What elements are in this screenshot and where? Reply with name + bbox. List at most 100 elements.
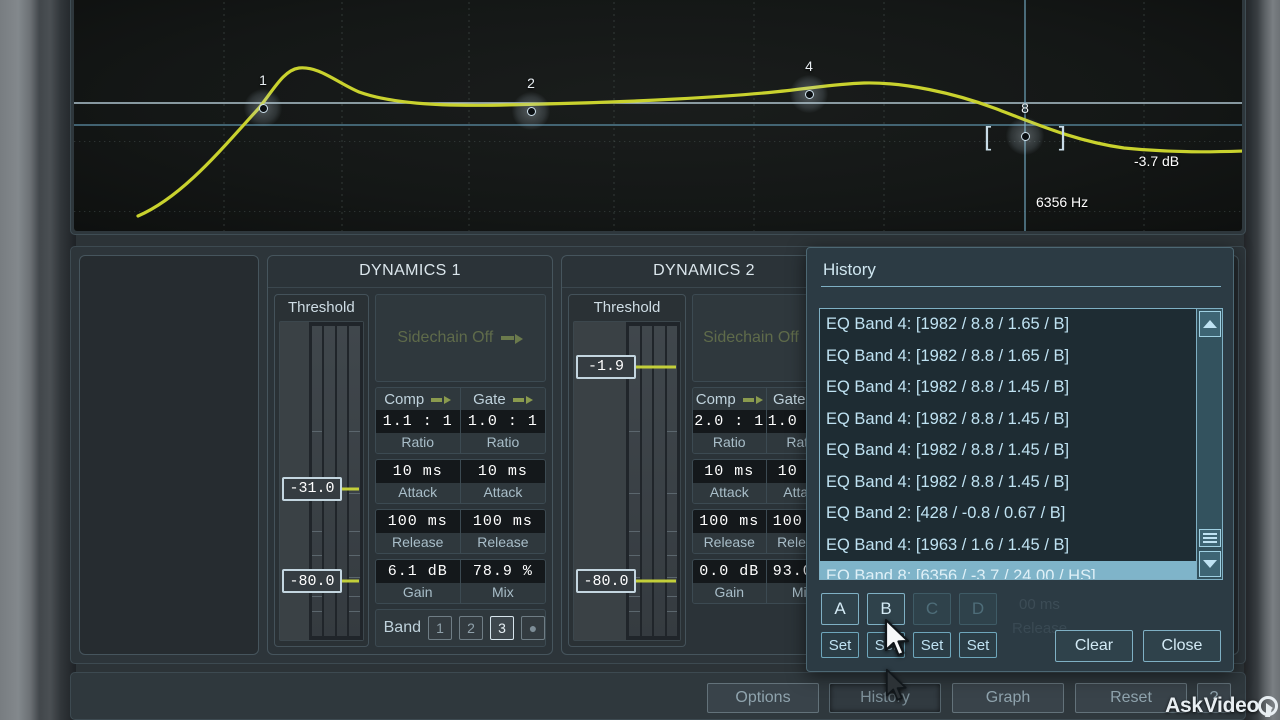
threshold-value-gate[interactable]: -80.0 [576,569,636,594]
history-list[interactable]: EQ Band 4: [1982 / 8.8 / 1.65 / B] EQ Ba… [819,308,1223,580]
dialog-action-row: Clear Close [1055,630,1221,662]
threshold-slider-area[interactable]: -1.9 -80.0 [573,321,681,641]
set-button-c[interactable]: Set [913,632,951,658]
dynamics-1-threshold-group: Threshold -31.0 -80.0 [274,294,369,647]
snapshot-slot-d[interactable]: D [959,593,997,625]
play-badge-icon [1258,696,1278,717]
comp-release-value[interactable]: 100 ms [375,510,460,533]
gate-release-caption: Release [460,533,545,553]
history-item-selected[interactable]: EQ Band 8: [6356 / -3.7 / 24.00 / HS] [820,561,1196,579]
comp-gate-ratio-row: Comp 1.1 : 1 Ratio Gate 1.0 : 1 Ratio [374,387,546,454]
meter-bar [666,326,677,636]
mouse-cursor-primary [884,618,910,657]
gate-enable-icon[interactable] [512,395,533,404]
mouse-cursor-secondary [885,668,907,701]
threshold-indicator-line-gate [634,579,676,583]
clear-button[interactable]: Clear [1055,630,1133,662]
history-item[interactable]: EQ Band 4: [1982 / 8.8 / 1.45 / B] [820,467,1196,499]
snapshot-slot-a[interactable]: A [821,593,859,625]
eq-gain-readout: -3.7 dB [1134,153,1180,169]
window-frame-left [0,0,76,720]
watermark-text-ask: Ask [1165,694,1203,717]
band-button-2[interactable]: 2 [459,616,483,640]
gate-ratio-value[interactable]: 1.0 : 1 [460,410,545,433]
eq-node-4[interactable]: 4 [790,58,828,113]
panel-blank-left[interactable] [79,255,259,655]
history-item[interactable]: EQ Band 4: [1982 / 8.8 / 1.45 / B] [820,404,1196,436]
eq-graph-canvas[interactable]: 1 2 4 8 [ ] -3.7 dB 6356 Hz [74,0,1242,231]
eq-node-handle[interactable] [1020,131,1030,141]
plugin-window: 1 2 4 8 [ ] -3.7 dB 6356 Hz DYNAMICS 1 T… [0,0,1280,720]
set-button-d[interactable]: Set [959,632,997,658]
triangle-up-icon [1203,320,1217,328]
eq-node-handle[interactable] [804,89,814,99]
eq-node-8-selected[interactable]: 8 [ ] [984,100,1066,155]
snapshot-slot-c[interactable]: C [913,593,951,625]
q-bracket-left-icon[interactable]: [ [984,123,991,149]
q-bracket-right-icon[interactable]: ] [1059,123,1066,149]
scroll-thumb[interactable] [1199,529,1221,547]
close-button[interactable]: Close [1143,630,1221,662]
comp-enable-icon[interactable] [431,395,452,404]
set-button-a[interactable]: Set [821,632,859,658]
eq-graph-panel: 1 2 4 8 [ ] -3.7 dB 6356 Hz [70,0,1246,235]
history-item[interactable]: EQ Band 4: [1982 / 8.8 / 1.65 / B] [820,341,1196,373]
eq-node-1[interactable]: 1 [244,72,282,127]
comp-header[interactable]: Comp [693,388,766,410]
history-item[interactable]: EQ Band 4: [1982 / 8.8 / 1.65 / B] [820,309,1196,341]
eq-node-2[interactable]: 2 [512,75,550,130]
gate-attack-value[interactable]: 10 ms [460,460,545,483]
threshold-value-comp[interactable]: -31.0 [282,476,342,501]
band-button-1[interactable]: 1 [428,616,452,640]
ghost-ms-text: 00 ms [1019,596,1060,613]
comp-header[interactable]: Comp [375,388,460,410]
comp-ratio-value[interactable]: 1.1 : 1 [375,410,460,433]
history-item[interactable]: EQ Band 4: [1982 / 8.8 / 1.45 / B] [820,372,1196,404]
threshold-slider-area[interactable]: -31.0 -80.0 [279,321,364,641]
history-dialog: History EQ Band 4: [1982 / 8.8 / 1.65 / … [806,247,1234,672]
comp-release-caption: Release [375,533,460,553]
gain-value[interactable]: 6.1 dB [375,560,460,583]
eq-node-handle[interactable] [258,103,268,113]
comp-enable-icon[interactable] [742,395,763,404]
band-link-icon[interactable]: ● [521,616,545,640]
threshold-indicator-line-gate [340,579,359,583]
band-button-3[interactable]: 3 [490,616,514,640]
watermark-text-video: Video [1203,694,1260,717]
comp-attack-value[interactable]: 10 ms [375,460,460,483]
meter-bar [641,326,652,636]
title-underline [821,286,1221,287]
sidechain-toggle-1[interactable]: Sidechain Off [374,294,546,382]
history-item[interactable]: EQ Band 2: [428 / -0.8 / 0.67 / B] [820,498,1196,530]
scroll-up-button[interactable] [1199,311,1221,337]
panel-dynamics-1: DYNAMICS 1 Threshold -31.0 -80.0 Sidecha… [267,255,553,655]
scroll-down-button[interactable] [1199,551,1221,577]
comp-label: Comp [695,391,736,408]
comp-attack-value[interactable]: 10 ms [693,460,766,483]
history-scrollbar[interactable] [1196,309,1222,579]
eq-node-label: 4 [805,58,813,74]
mix-value[interactable]: 78.9 % [460,560,545,583]
comp-release-value[interactable]: 100 ms [693,510,766,533]
history-item[interactable]: EQ Band 4: [1982 / 8.8 / 1.45 / B] [820,435,1196,467]
gain-caption: Gain [375,583,460,603]
threshold-value-gate[interactable]: -80.0 [282,569,342,594]
eq-node-label: 8 [1021,100,1029,116]
threshold-indicator-line-comp [634,365,676,369]
gate-label: Gate [473,391,506,408]
gate-release-value[interactable]: 100 ms [460,510,545,533]
comp-gate-release-row: 100 ms Release 100 ms Release [374,509,546,554]
threshold-value-comp[interactable]: -1.9 [576,354,636,379]
comp-ratio-value[interactable]: 2.0 : 1 [693,410,766,433]
gain-value[interactable]: 0.0 dB [693,560,766,583]
comp-release-caption: Release [693,533,766,553]
dynamics-2-title: DYNAMICS 2 [562,256,846,288]
sidechain-label: Sidechain Off [703,329,799,346]
graph-button[interactable]: Graph [952,683,1064,713]
comp-attack-caption: Attack [375,483,460,503]
history-item[interactable]: EQ Band 4: [1963 / 1.6 / 1.45 / B] [820,530,1196,562]
eq-node-handle[interactable] [526,106,536,116]
gate-header[interactable]: Gate [460,388,545,410]
options-button[interactable]: Options [707,683,819,713]
threshold-label: Threshold [287,299,355,316]
